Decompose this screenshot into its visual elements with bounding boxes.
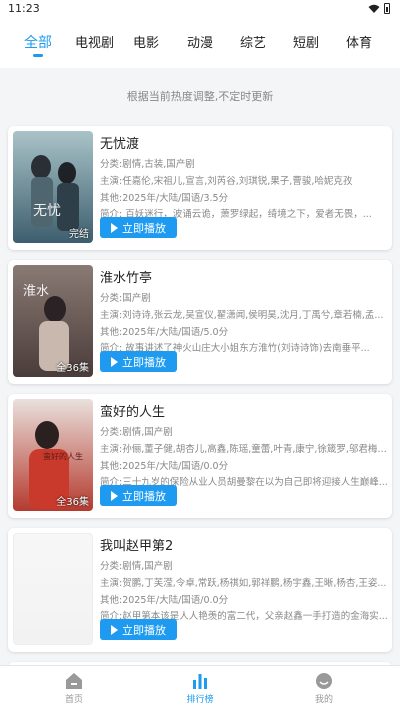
tab-short-drama[interactable]: 短剧 [293,32,319,51]
tab-all[interactable]: 全部 [24,32,52,52]
drama-cast: 主演:孙俪,董子健,胡杏儿,高鑫,陈瑶,童蕾,叶青,康宁,徐箴罗,邬君梅,... [100,444,388,455]
category-tabs: 全部 电视剧 电影 动漫 综艺 短剧 体育 [0,20,400,68]
poster-image[interactable]: 无忧 完结 [13,131,93,243]
nav-profile-label: 我的 [314,695,333,705]
play-icon [111,490,118,501]
drama-other-info: 其他:2025年/大陆/国语/0.0分 [100,595,229,606]
drama-cast: 主演:刘诗诗,张云龙,吴宣仪,翟潇闻,侯明昊,沈月,丁禹兮,章若楠,孟... [100,310,384,321]
drama-other-info: 其他:2025年/大陆/国语/5.0分 [100,327,229,338]
drama-cast: 主演:任嘉伦,宋祖儿,宣言,刘芮谷,刘琪锐,果子,曹骏,哈妮克孜 [100,176,353,187]
play-now-button[interactable]: 立即播放 [100,217,177,238]
profile-icon [316,673,332,689]
drama-category: 分类:剧情,国产剧 [100,427,173,438]
tab-sports[interactable]: 体育 [346,32,372,51]
status-time: 11:23 [8,2,40,15]
chart-icon [193,674,207,689]
poster-image[interactable]: 蛮好的人生 全36集 [13,399,93,511]
tab-anime[interactable]: 动漫 [187,32,213,51]
tab-tv-series[interactable]: 电视剧 [75,32,114,51]
play-icon [111,356,118,367]
nav-profile[interactable]: 我的 [294,672,354,705]
drama-other-info: 其他:2025年/大陆/国语/0.0分 [100,461,229,472]
drama-cast: 主演:贺鹏,丁芙滢,令卓,常跃,杨祺如,郭祥鹏,杨宇鑫,王晰,杨杏,王姿... [100,578,387,589]
status-bar: 11:23 [0,0,400,20]
play-button-label: 立即播放 [122,355,166,369]
play-button-label: 立即播放 [122,221,166,235]
poster-image[interactable]: 淮水 全36集 [13,265,93,377]
play-now-button[interactable]: 立即播放 [100,351,177,372]
wifi-icon [368,4,380,13]
drama-title[interactable]: 我叫赵甲第2 [100,535,173,554]
episode-badge: 完结 [69,229,89,240]
bottom-nav: 首页 排行榜 我的 [0,665,400,711]
play-button-label: 立即播放 [122,623,166,637]
svg-text:无忧: 无忧 [33,203,61,219]
tab-movies[interactable]: 电影 [133,32,159,51]
tab-variety[interactable]: 综艺 [240,32,266,51]
drama-card[interactable]: 我叫赵甲第2 分类:剧情,国产剧 主演:贺鹏,丁芙滢,令卓,常跃,杨祺如,郭祥鹏… [8,528,392,652]
drama-title[interactable]: 无忧渡 [100,133,139,152]
drama-other-info: 其他:2025年/大陆/国语/3.5分 [100,193,229,204]
play-now-button[interactable]: 立即播放 [100,485,177,506]
play-icon [111,624,118,635]
ranking-notice: 根据当前热度调整,不定时更新 [126,90,274,103]
nav-ranking[interactable]: 排行榜 [170,672,230,705]
nav-home-label: 首页 [64,695,83,705]
poster-image[interactable] [13,533,93,645]
episode-badge: 全36集 [56,497,89,508]
drama-card[interactable]: 蛮好的人生 全36集 蛮好的人生 分类:剧情,国产剧 主演:孙俪,董子健,胡杏儿… [8,394,392,518]
drama-category: 分类:剧情,国产剧 [100,561,173,572]
play-icon [111,222,118,233]
drama-category: 分类:剧情,古装,国产剧 [100,159,195,170]
drama-title[interactable]: 淮水竹亭 [100,267,152,286]
drama-card[interactable]: 淮水 全36集 淮水竹亭 分类:国产剧 主演:刘诗诗,张云龙,吴宣仪,翟潇闻,侯… [8,260,392,384]
play-button-label: 立即播放 [122,489,166,503]
episode-badge: 全36集 [56,363,89,374]
active-tab-indicator [33,54,43,57]
status-icons [368,3,390,14]
battery-icon [384,3,390,14]
svg-text:淮水: 淮水 [23,284,49,299]
nav-ranking-label: 排行榜 [186,695,214,705]
svg-text:蛮好的人生: 蛮好的人生 [43,451,83,461]
drama-title[interactable]: 蛮好的人生 [100,401,165,420]
drama-card[interactable]: 无忧 完结 无忧渡 分类:剧情,古装,国产剧 主演:任嘉伦,宋祖儿,宣言,刘芮谷… [8,126,392,250]
nav-home[interactable]: 首页 [44,672,104,705]
home-icon [66,673,82,689]
drama-category: 分类:国产剧 [100,293,151,304]
play-now-button[interactable]: 立即播放 [100,619,177,640]
